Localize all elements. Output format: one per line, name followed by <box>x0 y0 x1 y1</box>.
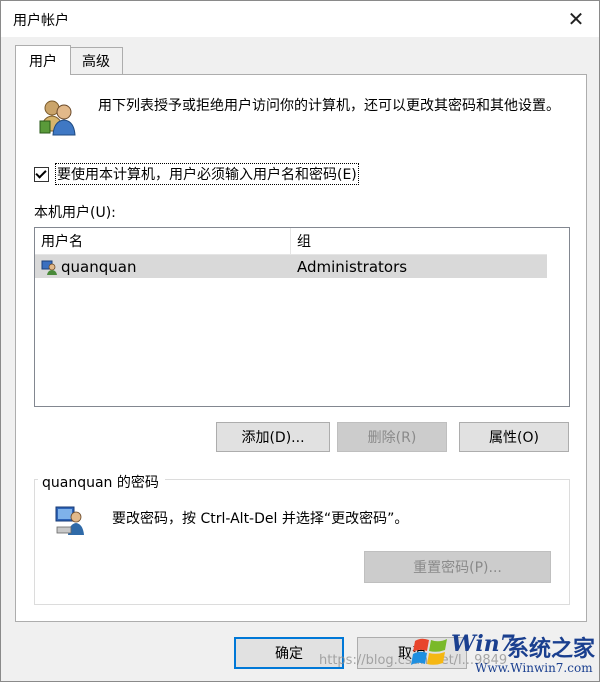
user-cell: quanquan <box>41 255 136 278</box>
list-header: 用户名 组 <box>35 228 547 255</box>
remove-user-button[interactable]: 删除(R) <box>337 422 447 452</box>
intro-text: 用下列表授予或拒绝用户访问你的计算机，还可以更改其密码和其他设置。 <box>98 98 560 114</box>
logo-chinese: 系统之家 <box>507 637 596 662</box>
users-tab-panel: 用下列表授予或拒绝用户访问你的计算机，还可以更改其密码和其他设置。 要使用本计算… <box>15 74 587 622</box>
require-login-row[interactable]: 要使用本计算机，用户必须输入用户名和密码(E) <box>34 163 359 185</box>
properties-button[interactable]: 属性(O) <box>459 422 569 452</box>
tab-users[interactable]: 用户 <box>15 45 71 75</box>
user-accounts-dialog: 用户帐户 ✕ 用户 高级 用下列表授予或拒绝用户访问你的计算机，还可以更改其密码… <box>0 0 600 682</box>
users-icon <box>39 100 76 136</box>
logo-url: Www.Winwin7.com <box>475 661 593 675</box>
password-hint-text: 要改密码，按 Ctrl-Alt-Del 并选择“更改密码”。 <box>112 511 409 527</box>
window-title: 用户帐户 <box>13 13 69 29</box>
users-list[interactable]: 用户名 组 quanquan Administrators <box>34 227 570 407</box>
column-header-group[interactable]: 组 <box>291 228 547 254</box>
password-group-title: quanquan 的密码 <box>38 472 165 492</box>
user-group: Administrators <box>297 257 408 276</box>
password-groupbox <box>34 479 570 605</box>
tab-advanced[interactable]: 高级 <box>69 47 123 74</box>
user-keyboard-icon <box>55 506 84 535</box>
require-login-label[interactable]: 要使用本计算机，用户必须输入用户名和密码(E) <box>55 163 359 185</box>
windows-flag-icon <box>411 638 447 665</box>
add-user-button[interactable]: 添加(D)... <box>216 422 330 452</box>
win7-logo: Win7 系统之家 Www.Winwin7.com <box>409 629 599 683</box>
column-header-username[interactable]: 用户名 <box>35 228 291 254</box>
user-icon <box>41 260 57 275</box>
local-users-label: 本机用户(U): <box>34 205 116 221</box>
user-name: quanquan <box>61 257 137 276</box>
require-login-checkbox[interactable] <box>34 166 49 182</box>
logo-latin: Win7 <box>451 631 515 657</box>
reset-password-button[interactable]: 重置密码(P)... <box>364 551 551 583</box>
table-row[interactable]: quanquan Administrators <box>35 255 547 278</box>
title-bar: 用户帐户 ✕ <box>1 1 599 37</box>
close-icon[interactable]: ✕ <box>553 1 599 37</box>
